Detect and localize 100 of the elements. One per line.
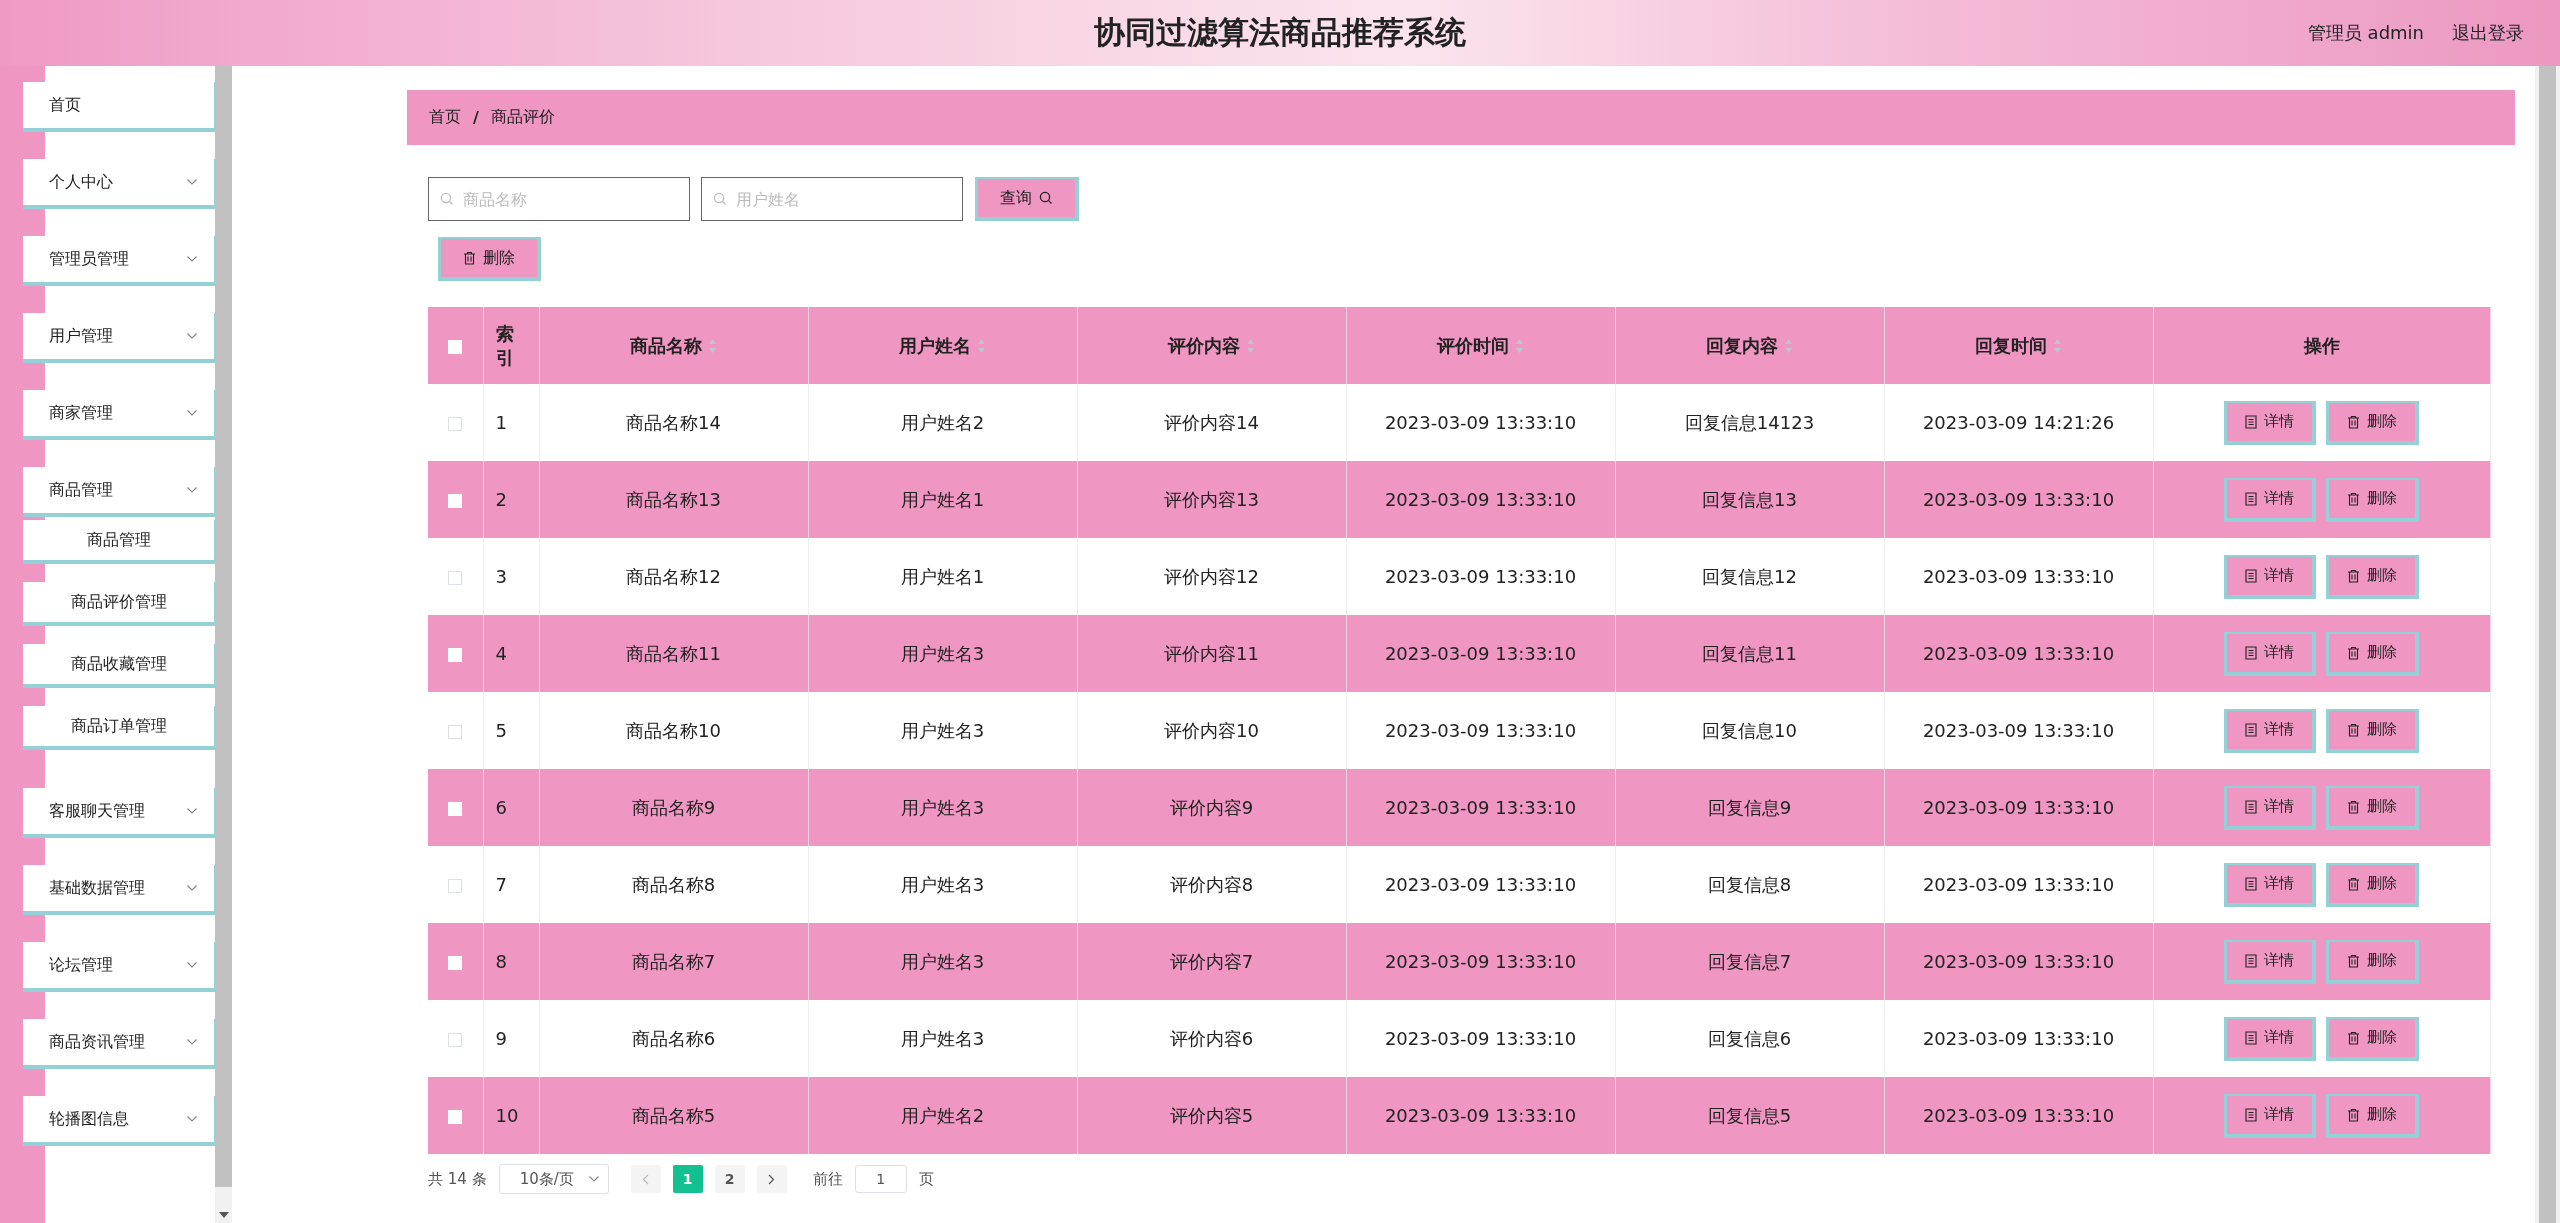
table-cell: 2023-03-09 13:33:10 xyxy=(1384,1028,1577,1049)
delete-button[interactable]: 删除 xyxy=(2326,785,2420,830)
user-label: 管理员 admin xyxy=(2307,21,2424,45)
table-cell: 评价内容9 xyxy=(1169,796,1254,818)
row-checkbox[interactable] xyxy=(448,725,463,739)
table-cell: 1 xyxy=(495,412,507,433)
delete-button[interactable]: 删除 xyxy=(2326,631,2420,676)
select-all-checkbox[interactable] xyxy=(448,340,463,354)
trash-icon xyxy=(2347,799,2361,814)
sidebar-item[interactable]: 客服聊天管理 xyxy=(23,788,218,838)
trash-icon xyxy=(2347,491,2361,506)
sort-icon[interactable] xyxy=(1246,337,1255,354)
sidebar-item[interactable]: 个人中心 xyxy=(23,159,218,209)
sidebar-item[interactable]: 轮播图信息 xyxy=(23,1096,218,1146)
table-cell: 用户姓名2 xyxy=(900,1104,985,1126)
sidebar-subitem[interactable]: 商品收藏管理 xyxy=(23,644,218,688)
sort-icon[interactable] xyxy=(2053,337,2062,354)
row-checkbox[interactable] xyxy=(448,879,463,893)
next-page-button[interactable] xyxy=(756,1165,787,1193)
delete-button[interactable]: 删除 xyxy=(438,237,541,281)
sidebar-item[interactable]: 管理员管理 xyxy=(23,236,218,286)
details-button[interactable]: 详情 xyxy=(2224,939,2317,984)
sidebar-item[interactable]: 论坛管理 xyxy=(23,942,218,992)
details-button[interactable]: 详情 xyxy=(2224,554,2317,599)
scrollbar-thumb[interactable] xyxy=(2539,66,2556,1223)
table-cell: 2023-03-09 13:33:10 xyxy=(1384,797,1577,818)
document-icon xyxy=(2245,491,2258,506)
search-field[interactable]: 用户姓名 xyxy=(701,177,963,221)
table-cell: 评价内容8 xyxy=(1169,873,1254,895)
table-cell: 评价内容12 xyxy=(1164,565,1259,587)
details-button[interactable]: 详情 xyxy=(2224,862,2317,907)
sort-icon[interactable] xyxy=(708,337,717,354)
trash-icon xyxy=(2347,568,2361,583)
logout-link[interactable]: 退出登录 xyxy=(2452,21,2524,45)
row-checkbox[interactable] xyxy=(448,571,463,585)
column-header: 回复时间 xyxy=(1975,333,2047,358)
table-cell: 回复信息8 xyxy=(1707,873,1792,895)
delete-button[interactable]: 删除 xyxy=(2326,477,2420,522)
table-cell: 2023-03-09 13:33:10 xyxy=(1384,566,1577,587)
trash-icon xyxy=(2347,876,2361,891)
page-button[interactable]: 2 xyxy=(714,1165,745,1193)
document-icon xyxy=(2245,722,2258,737)
table-cell: 回复信息5 xyxy=(1707,1104,1792,1126)
table-cell: 2 xyxy=(495,489,507,510)
row-checkbox[interactable] xyxy=(448,417,463,431)
sidebar-item[interactable]: 基础数据管理 xyxy=(23,865,218,915)
document-icon xyxy=(2245,414,2258,429)
row-checkbox[interactable] xyxy=(448,1033,463,1047)
scrollbar-thumb[interactable] xyxy=(215,66,232,1187)
trash-icon xyxy=(2347,1107,2361,1122)
table-cell: 商品名称11 xyxy=(626,642,721,664)
sort-icon[interactable] xyxy=(1784,337,1793,354)
delete-button[interactable]: 删除 xyxy=(2326,708,2420,753)
sidebar-subitem[interactable]: 商品评价管理 xyxy=(23,582,218,626)
trash-icon xyxy=(463,251,476,265)
sort-icon[interactable] xyxy=(1515,337,1524,354)
sort-icon[interactable] xyxy=(977,337,986,354)
scroll-down-icon[interactable] xyxy=(218,1212,229,1218)
breadcrumb-item[interactable]: 首页 xyxy=(429,107,461,128)
details-button[interactable]: 详情 xyxy=(2224,708,2317,753)
page-size-select[interactable]: 10条/页 xyxy=(498,1164,609,1194)
chevron-down-icon xyxy=(186,961,198,969)
table-cell: 用户姓名3 xyxy=(900,796,985,818)
prev-page-button[interactable] xyxy=(630,1165,661,1193)
trash-icon xyxy=(2347,645,2361,660)
search-field[interactable]: 商品名称 xyxy=(428,177,690,221)
sidebar-item[interactable]: 商品管理 xyxy=(23,467,218,517)
sidebar-item[interactable]: 商品资讯管理 xyxy=(23,1019,218,1069)
query-button[interactable]: 查询 xyxy=(975,177,1079,221)
details-button[interactable]: 详情 xyxy=(2224,477,2317,522)
details-button[interactable]: 详情 xyxy=(2224,400,2317,445)
sidebar-subitem[interactable]: 商品管理 xyxy=(23,520,218,564)
table-cell: 2023-03-09 13:33:10 xyxy=(1922,643,2115,664)
details-button[interactable]: 详情 xyxy=(2224,1016,2317,1061)
delete-button[interactable]: 删除 xyxy=(2326,554,2420,599)
table-cell: 9 xyxy=(495,1028,507,1049)
table-cell: 7 xyxy=(495,874,507,895)
details-button[interactable]: 详情 xyxy=(2224,785,2317,830)
details-button[interactable]: 详情 xyxy=(2224,1093,2317,1138)
delete-button[interactable]: 删除 xyxy=(2326,939,2420,984)
breadcrumb-item: 商品评价 xyxy=(490,107,555,128)
chevron-down-icon xyxy=(186,332,198,340)
delete-button[interactable]: 删除 xyxy=(2326,862,2420,907)
chevron-down-icon xyxy=(186,1115,198,1123)
search-icon xyxy=(1039,191,1053,205)
table-cell: 2023-03-09 13:33:10 xyxy=(1922,951,2115,972)
table-cell: 评价内容5 xyxy=(1169,1104,1254,1126)
goto-page-input[interactable]: 1 xyxy=(854,1165,907,1193)
sidebar-item[interactable]: 商家管理 xyxy=(23,390,218,440)
sidebar-item[interactable]: 首页 xyxy=(23,82,218,132)
sidebar-item[interactable]: 用户管理 xyxy=(23,313,218,363)
table-cell: 2023-03-09 13:33:10 xyxy=(1922,1105,2115,1126)
sidebar-subitem[interactable]: 商品订单管理 xyxy=(23,706,218,750)
delete-button[interactable]: 删除 xyxy=(2326,400,2420,445)
chevron-left-icon xyxy=(642,1173,650,1185)
table-cell: 2023-03-09 13:33:10 xyxy=(1384,1105,1577,1126)
delete-button[interactable]: 删除 xyxy=(2326,1093,2420,1138)
details-button[interactable]: 详情 xyxy=(2224,631,2317,676)
breadcrumb-separator: / xyxy=(473,108,479,127)
delete-button[interactable]: 删除 xyxy=(2326,1016,2420,1061)
